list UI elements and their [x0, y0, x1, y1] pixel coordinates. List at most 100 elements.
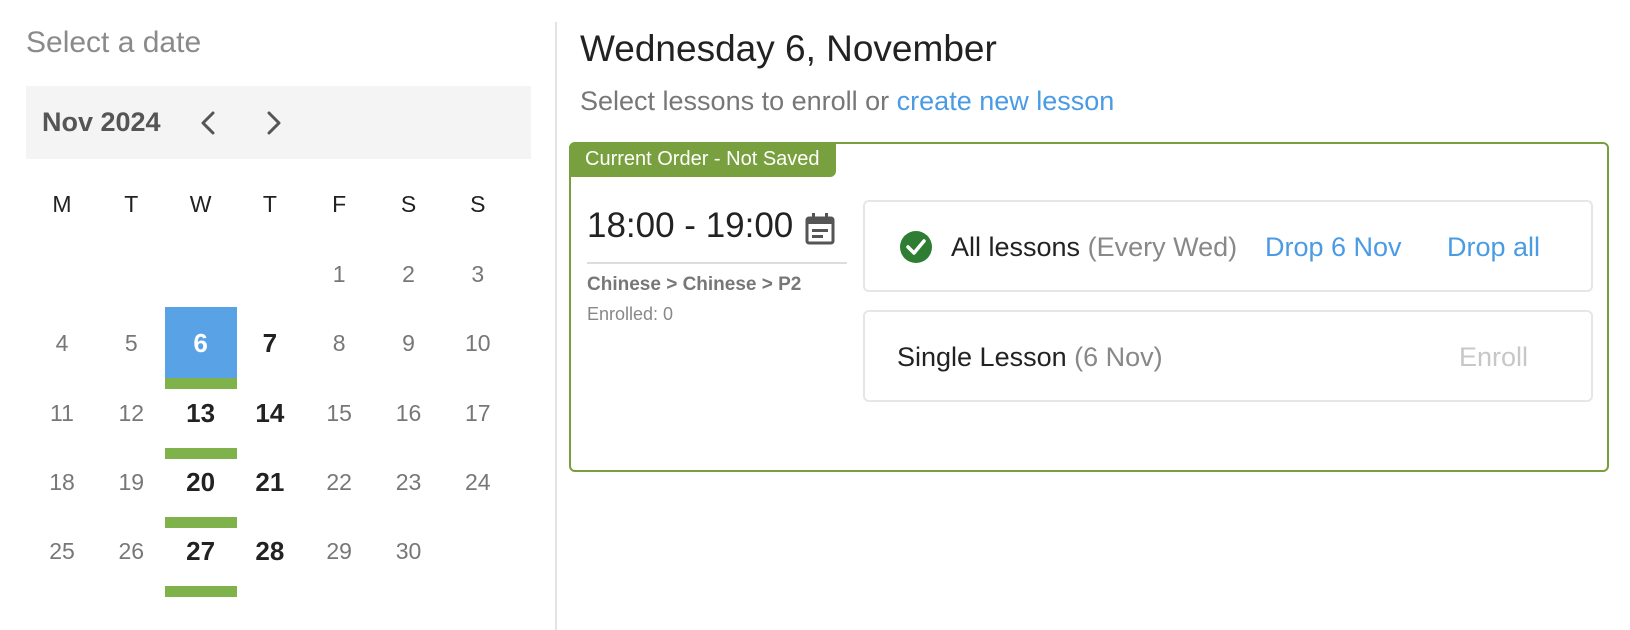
calendar-day-number: 1	[332, 261, 346, 287]
calendar-day-16[interactable]: 16	[373, 377, 445, 449]
weekday-label-text: T	[262, 191, 277, 217]
panel-divider	[555, 22, 557, 630]
chevron-right-icon	[267, 111, 281, 135]
calendar-day-number: 19	[118, 468, 145, 495]
calendar-day-number: 9	[402, 330, 415, 357]
calendar-day-number: 28	[255, 536, 285, 567]
calendar-day-number: 12	[118, 399, 145, 426]
calendar-week-row: 11 12 13 14 15 16 17	[26, 377, 531, 459]
enrolled-count: Enrolled: 0	[587, 304, 674, 324]
calendar-day-23[interactable]: 23	[373, 446, 445, 518]
calendar-day-9[interactable]: 9	[373, 307, 445, 379]
weekday-label-text: M	[52, 191, 72, 217]
drop-single-button[interactable]: Drop 6 Nov	[1265, 232, 1402, 263]
weekday-label-text: S	[470, 191, 486, 217]
all-lessons-text: All lessons	[951, 232, 1081, 262]
weekday-label: S	[442, 168, 514, 240]
calendar-day-24[interactable]: 24	[442, 446, 514, 518]
calendar-day-15[interactable]: 15	[303, 377, 375, 449]
calendar-day-19[interactable]: 19	[95, 446, 167, 518]
calendar-day-number: 8	[332, 330, 346, 357]
calendar-day-21[interactable]: 21	[234, 446, 306, 518]
lesson-indicator-bar	[164, 586, 237, 598]
calendar-week-row: 1 2 3	[26, 238, 531, 310]
calendar-day-22[interactable]: 22	[303, 446, 375, 518]
calendar-week-row: 4 5 6 7 8 9 10	[26, 307, 531, 390]
course-path: Chinese > Chinese > P2	[587, 274, 802, 295]
lesson-time-block: 18:00 - 19:00	[587, 206, 847, 264]
enroll-button[interactable]: Enroll	[1459, 342, 1528, 373]
calendar-day-3[interactable]: 3	[442, 238, 514, 310]
calendar-day-7[interactable]: 7	[234, 307, 306, 379]
calendar-day-number: 16	[395, 399, 422, 426]
calendar-day-number: 14	[255, 397, 285, 428]
calendar-day-28[interactable]: 28	[234, 515, 306, 587]
weekday-label: S	[373, 168, 445, 240]
calendar-day-17[interactable]: 17	[442, 377, 514, 449]
check-circle-icon	[900, 231, 932, 263]
calendar-day-number: 7	[262, 328, 278, 359]
calendar-day-10[interactable]: 10	[442, 307, 514, 379]
calendar-day-number: 10	[465, 330, 491, 357]
calendar-day-number: 11	[50, 399, 74, 426]
calendar-week-row: 25 26 27 28 29 30	[26, 515, 531, 598]
chevron-left-icon	[201, 111, 215, 135]
calendar-day-2[interactable]: 2	[373, 238, 445, 310]
calendar-day-number: 24	[465, 468, 491, 495]
next-month-button[interactable]	[250, 100, 296, 146]
calendar-day-30[interactable]: 30	[373, 515, 445, 587]
calendar-day-26[interactable]: 26	[95, 515, 167, 587]
calendar-day-number: 21	[255, 466, 285, 497]
all-lessons-option: All lessons (Every Wed) Drop 6 Nov Drop …	[863, 200, 1593, 292]
calendar-day-4[interactable]: 4	[26, 307, 98, 379]
calendar-day-6[interactable]: 6	[164, 307, 237, 390]
weekday-label: F	[303, 168, 375, 240]
create-new-lesson-link[interactable]: create new lesson	[897, 86, 1115, 116]
weekday-label-text: F	[332, 191, 347, 217]
weekday-label-text: S	[400, 191, 417, 217]
current-order-box: Current Order - Not Saved 18:00 - 19:00 …	[569, 142, 1609, 472]
lesson-time: 18:00 - 19:00	[587, 206, 794, 245]
calendar-day-number: 26	[118, 538, 145, 565]
day-title: Wednesday 6, November	[580, 28, 997, 69]
calendar-day-number: 3	[471, 261, 485, 287]
instruction-text: Select lessons to enroll or create new l…	[580, 86, 1114, 117]
single-lesson-text: Single Lesson	[897, 342, 1067, 372]
weekday-label: T	[234, 168, 306, 240]
prev-month-button[interactable]	[186, 100, 232, 146]
calendar-day-number: 17	[465, 399, 491, 426]
month-navigation-bar: Nov 2024	[26, 86, 531, 159]
calendar-day-29[interactable]: 29	[303, 515, 375, 587]
calendar-day-18[interactable]: 18	[26, 446, 98, 518]
weekday-label: W	[165, 168, 237, 240]
calendar-day-8[interactable]: 8	[303, 307, 375, 379]
calendar-day-number: 2	[402, 261, 415, 287]
weekday-label-text: W	[189, 191, 212, 217]
calendar-day-number: 15	[326, 399, 352, 426]
calendar-day-5[interactable]: 5	[95, 307, 167, 379]
calendar-day-25[interactable]: 25	[26, 515, 98, 587]
drop-all-button[interactable]: Drop all	[1447, 232, 1540, 263]
weekday-label: T	[95, 168, 167, 240]
calendar-week-row: 18 19 20 21 22 23 24	[26, 446, 531, 528]
single-lesson-option: Single Lesson (6 Nov) Enroll	[863, 310, 1593, 402]
calendar-day-12[interactable]: 12	[95, 377, 167, 449]
calendar-day-14[interactable]: 14	[234, 377, 306, 449]
weekday-label-text: T	[124, 191, 139, 217]
calendar-day-number: 25	[49, 538, 75, 565]
calendar-day-13[interactable]: 13	[164, 377, 237, 459]
calendar-day-1[interactable]: 1	[303, 238, 375, 310]
calendar-day-number: 18	[49, 468, 75, 495]
weekday-label: M	[26, 168, 98, 240]
calendar-day-number: 20	[186, 466, 216, 497]
calendar-day-11[interactable]: 11	[26, 377, 98, 449]
calendar-day-20[interactable]: 20	[164, 446, 237, 528]
calendar-icon[interactable]	[801, 210, 839, 248]
calendar-day-number: 30	[395, 538, 422, 565]
instruction-prefix: Select lessons to enroll or	[580, 86, 890, 116]
calendar-day-number: 22	[326, 468, 352, 495]
calendar-day-27[interactable]: 27	[164, 515, 237, 598]
all-lessons-detail: (Every Wed)	[1087, 232, 1238, 262]
calendar-day-number: 13	[186, 397, 216, 428]
order-status-tag: Current Order - Not Saved	[569, 142, 836, 177]
